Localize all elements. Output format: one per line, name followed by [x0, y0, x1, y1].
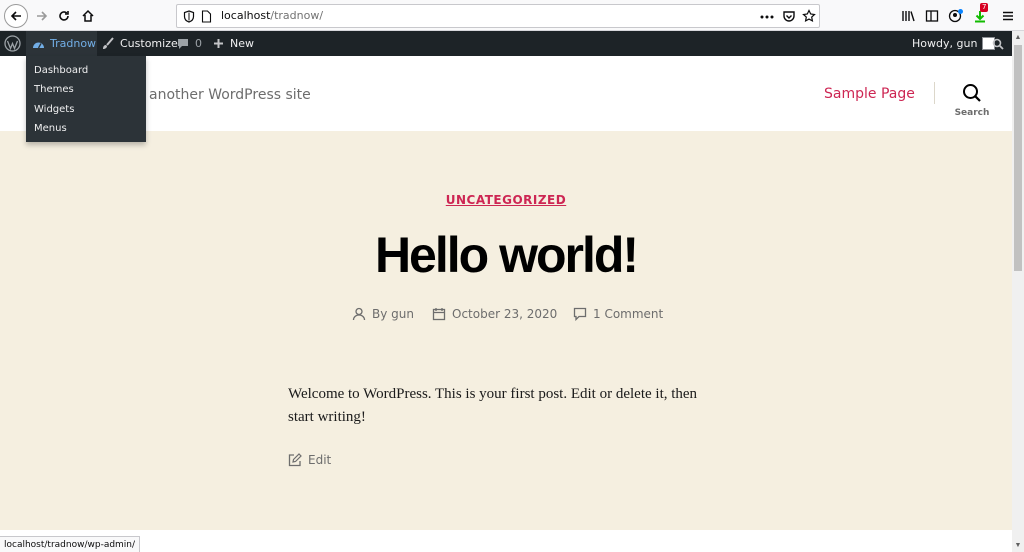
download-badge: 7: [980, 3, 989, 12]
url-bar[interactable]: localhost/tradnow/: [176, 4, 820, 28]
search-label: Search: [954, 108, 990, 118]
search-icon: [992, 38, 1004, 50]
comment-bubble-icon: [178, 38, 188, 49]
adminbar-search-button[interactable]: [992, 31, 1004, 56]
more-icon[interactable]: [760, 15, 774, 19]
dashboard-icon: [33, 42, 44, 48]
comments-button[interactable]: 0: [177, 31, 202, 56]
scroll-up-arrow[interactable]: ▲: [1014, 34, 1022, 42]
edit-post-link[interactable]: Edit: [288, 453, 331, 467]
wp-admin-bar: Tradnow Customize 0 New Howdy, gun: [0, 31, 1012, 56]
post-date[interactable]: October 23, 2020: [432, 307, 557, 321]
content-bottom: [0, 530, 1012, 552]
library-button[interactable]: [896, 4, 920, 28]
scroll-thumb[interactable]: [1014, 45, 1022, 271]
wordpress-logo-icon: [4, 35, 21, 52]
new-content-button[interactable]: New: [213, 31, 254, 56]
hamburger-menu-icon: [1003, 11, 1013, 21]
post-title: Hello world!: [374, 227, 639, 283]
forward-button[interactable]: [30, 4, 54, 28]
comments-count: 0: [195, 37, 202, 50]
url-host: localhost: [221, 9, 271, 22]
menu-item-themes[interactable]: Themes: [34, 84, 74, 95]
category-link[interactable]: UNCATEGORIZED: [446, 193, 566, 207]
back-button[interactable]: [4, 4, 28, 28]
person-icon: [352, 307, 366, 321]
browser-toolbar: localhost/tradnow/ 7: [0, 0, 1024, 31]
brush-icon: [103, 37, 114, 49]
search-toggle[interactable]: Search: [950, 81, 994, 119]
post-date-label: October 23, 2020: [452, 307, 558, 321]
post-category: UNCATEGORIZED: [0, 191, 1012, 209]
post-content-area: UNCATEGORIZED Hello world! By gun Octobe…: [0, 131, 1012, 530]
new-label: New: [230, 37, 254, 50]
howdy-label: Howdy, gun: [912, 37, 978, 50]
account-icon: [948, 9, 963, 23]
home-icon: [82, 9, 94, 22]
site-description: another WordPress site: [149, 87, 311, 103]
customize-button[interactable]: Customize: [101, 31, 178, 56]
post-body-text: Welcome to WordPress. This is your first…: [288, 386, 698, 425]
pocket-icon[interactable]: [782, 9, 796, 23]
site-name-dropdown: Dashboard Themes Widgets Menus: [26, 56, 146, 142]
edit-icon: [288, 453, 302, 467]
page-scrollbar[interactable]: ▲ ▼: [1012, 31, 1024, 552]
comment-icon: [573, 307, 587, 321]
back-icon: [10, 11, 21, 21]
sidebar-icon: [925, 10, 939, 22]
reload-button[interactable]: [52, 4, 76, 28]
my-account-menu[interactable]: Howdy, gun: [912, 31, 996, 56]
page-icon: [201, 10, 212, 23]
sidebar-button[interactable]: [920, 4, 944, 28]
header-divider: [934, 82, 935, 104]
post-meta: By gun October 23, 2020 1 Comment: [0, 307, 1012, 325]
wordpress-logo-button[interactable]: [4, 31, 21, 56]
menu-button[interactable]: [996, 4, 1020, 28]
site-name-menu[interactable]: Tradnow: [26, 31, 97, 56]
forward-icon: [37, 11, 48, 21]
menu-item-dashboard[interactable]: Dashboard: [34, 65, 88, 76]
scroll-down-arrow[interactable]: ▼: [1014, 542, 1022, 550]
menu-item-menus[interactable]: Menus: [34, 123, 67, 134]
bookmark-star-icon[interactable]: [802, 9, 816, 23]
home-button[interactable]: [76, 4, 100, 28]
shield-icon: [183, 10, 195, 23]
plus-icon: [214, 39, 223, 48]
nav-sample-page[interactable]: Sample Page: [824, 86, 915, 102]
url-text[interactable]: localhost/tradnow/: [221, 9, 323, 22]
status-bar: localhost/tradnow/wp-admin/: [0, 536, 141, 552]
library-icon: [902, 11, 915, 22]
site-name-label: Tradnow: [50, 37, 97, 50]
post-comments-label: 1 Comment: [593, 307, 664, 321]
search-icon: [963, 84, 981, 102]
post-author-label: By gun: [372, 307, 414, 321]
status-url: localhost/tradnow/wp-admin/: [4, 539, 136, 550]
reload-icon: [59, 11, 69, 21]
menu-item-widgets[interactable]: Widgets: [34, 104, 74, 115]
customize-label: Customize: [120, 37, 178, 50]
url-path: /tradnow/: [270, 9, 324, 22]
edit-label: Edit: [308, 453, 332, 467]
post-comments[interactable]: 1 Comment: [573, 307, 663, 321]
post-author[interactable]: By gun: [352, 307, 414, 321]
account-button[interactable]: [944, 4, 968, 28]
downloads-button[interactable]: 7: [968, 3, 992, 28]
calendar-icon: [432, 308, 446, 321]
site-header: another WordPress site Sample Page Searc…: [0, 56, 1012, 131]
